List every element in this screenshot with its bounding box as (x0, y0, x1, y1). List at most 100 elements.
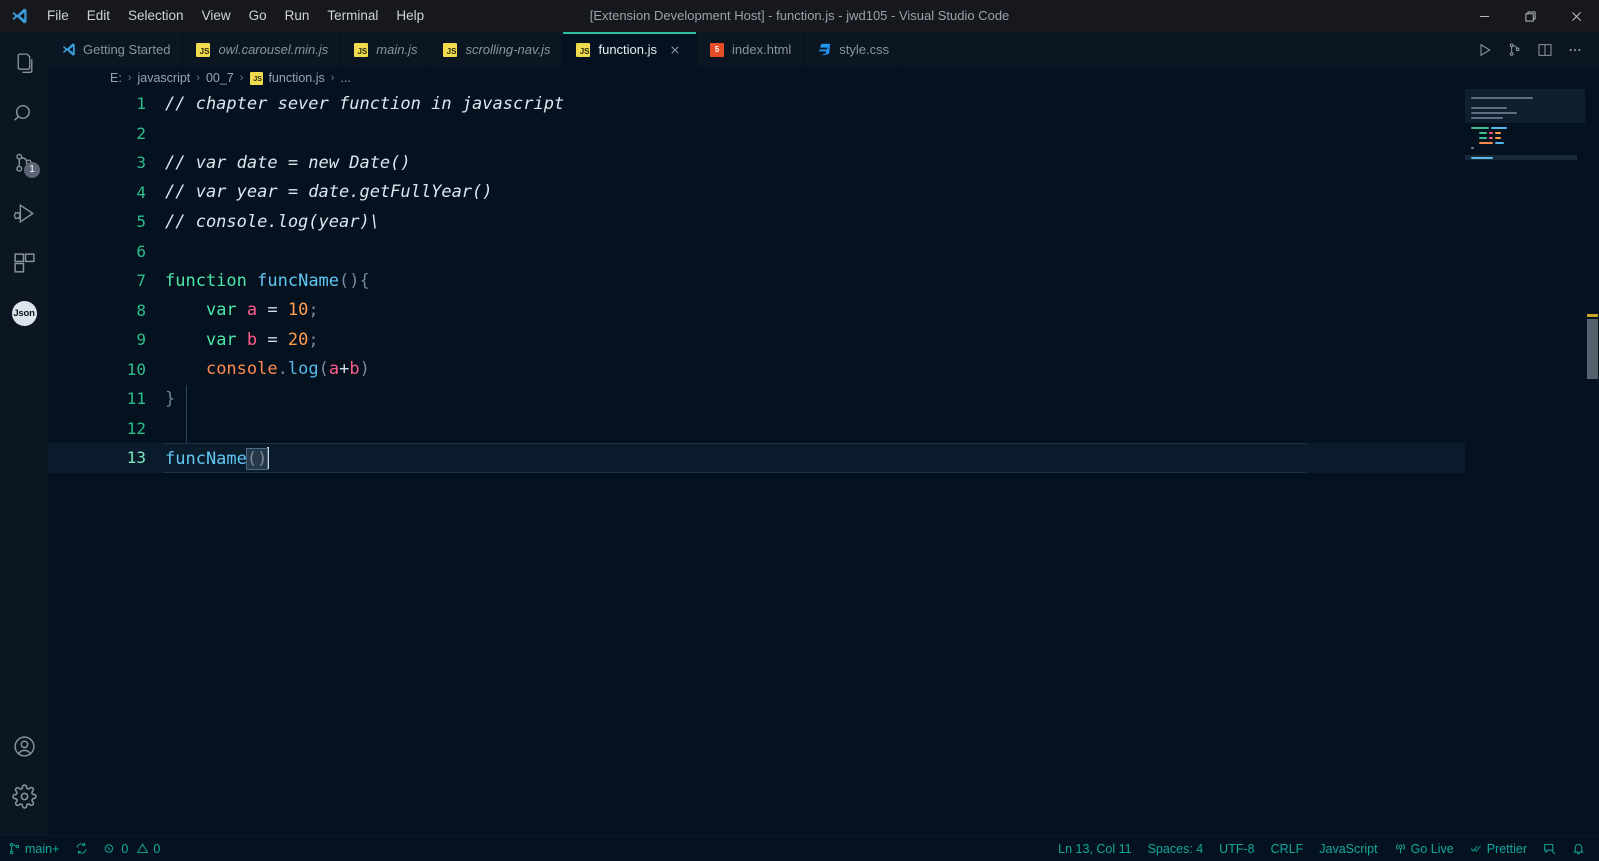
code-line: 8 var a = 10; (48, 296, 1465, 326)
breadcrumb-item-00-7[interactable]: 00_7 (206, 71, 234, 85)
breadcrumb-separator: › (196, 72, 200, 84)
code-line: 11 } (48, 384, 1465, 414)
menu-edit[interactable]: Edit (78, 0, 119, 32)
method-token: log (287, 359, 319, 380)
close-button[interactable] (1553, 0, 1599, 32)
line-number: 3 (136, 153, 146, 173)
split-editor-icon (1538, 43, 1552, 56)
minimap-line (1465, 155, 1577, 160)
breadcrumb-item-drive[interactable]: E: (110, 71, 122, 85)
tab-label: main.js (376, 42, 418, 57)
line-number: 12 (126, 418, 146, 438)
sidebar-item-search[interactable] (0, 88, 48, 138)
keyword-token: function (165, 270, 247, 291)
editor-scrollbar[interactable] (1585, 89, 1599, 835)
status-feedback[interactable] (1535, 836, 1564, 861)
code-lines[interactable]: 1 // chapter sever function in javascrip… (48, 89, 1465, 835)
extensions-icon (13, 252, 35, 273)
breadcrumb-separator: › (330, 72, 335, 84)
status-indentation[interactable]: Spaces: 4 (1140, 836, 1212, 861)
code-line: 2 (48, 119, 1465, 149)
line-content: // console.log(year)\ (164, 212, 1465, 232)
js-icon: JS (442, 42, 458, 58)
menu-help[interactable]: Help (387, 0, 433, 32)
object-token: console (205, 359, 278, 380)
js-icon: JS (575, 42, 591, 58)
keyword-token: var (205, 329, 237, 350)
menu-selection[interactable]: Selection (119, 0, 193, 32)
tab-main-js[interactable]: JS main.js (341, 32, 431, 67)
matching-bracket-token: () (245, 447, 269, 470)
sidebar-item-extensions[interactable] (0, 238, 48, 288)
tab-close-icon[interactable] (666, 41, 684, 59)
files-icon (17, 52, 32, 73)
status-notifications[interactable] (1564, 836, 1593, 861)
tab-owl-carousel-min-js[interactable]: JS owl.carousel.min.js (183, 32, 342, 67)
sidebar-item-run-and-debug[interactable] (0, 188, 48, 238)
manage-settings-button[interactable] (0, 771, 48, 821)
menu-go[interactable]: Go (240, 0, 276, 32)
split-terminal-button[interactable] (1501, 36, 1529, 64)
sidebar-item-json[interactable]: Json (0, 288, 48, 338)
tab-label: index.html (732, 42, 792, 57)
operator-token: = (267, 329, 278, 350)
tab-index-html[interactable]: 5 index.html (697, 32, 805, 67)
breadcrumb-item-function-js[interactable]: JS function.js (249, 71, 325, 85)
status-branch[interactable]: main+ (0, 836, 67, 861)
breadcrumb-item-symbols[interactable]: ... (340, 71, 350, 85)
tab-function-js[interactable]: JS function.js (563, 32, 698, 67)
line-number: 13 (126, 448, 146, 468)
menu-terminal[interactable]: Terminal (318, 0, 387, 32)
editor-tab-bar: Getting Started JS owl.carousel.min.js J… (48, 32, 1599, 67)
line-number: 2 (136, 123, 146, 143)
menu-run[interactable]: Run (276, 0, 319, 32)
split-editor-button[interactable] (1531, 36, 1559, 64)
function-name-token: funcName (257, 270, 340, 291)
sidebar-item-explorer[interactable] (0, 38, 48, 88)
account-button[interactable] (0, 721, 48, 771)
scrollbar-marker (1587, 314, 1598, 317)
status-language-mode[interactable]: JavaScript (1311, 836, 1385, 861)
tab-style-css[interactable]: style.css (804, 32, 903, 67)
dot-token: . (277, 359, 288, 380)
status-problems[interactable]: 0 0 (96, 836, 168, 861)
source-control-icon (1509, 43, 1520, 56)
status-encoding[interactable]: UTF-8 (1211, 836, 1262, 861)
menu-file[interactable]: File (38, 0, 78, 32)
title-bar: File Edit Selection View Go Run Terminal… (0, 0, 1599, 32)
code-line: 5 // console.log(year)\ (48, 207, 1465, 237)
css-icon (816, 42, 832, 58)
minimap-slider[interactable] (1465, 89, 1585, 123)
status-bar-right: Ln 13, Col 11 Spaces: 4 UTF-8 CRLF JavaS… (1050, 836, 1599, 861)
brace-token: { (359, 270, 370, 291)
semicolon-token: ; (308, 300, 319, 321)
operator-token: + (339, 359, 350, 380)
source-control-badge: 1 (24, 162, 40, 178)
status-prettier[interactable]: Prettier (1462, 836, 1535, 861)
maximize-button[interactable] (1507, 0, 1553, 32)
run-code-button[interactable] (1471, 36, 1499, 64)
status-sync[interactable] (67, 836, 96, 861)
line-content: // var year = date.getFullYear() (164, 182, 1465, 202)
breadcrumb-item-javascript[interactable]: javascript (137, 71, 190, 85)
scrollbar-slider[interactable] (1587, 319, 1598, 379)
minimap[interactable] (1465, 89, 1585, 835)
operator-token: = (267, 300, 278, 321)
code-line: 10 console.log(a+b) (48, 355, 1465, 385)
status-go-live[interactable]: Go Live (1386, 836, 1462, 861)
code-line: 9 var b = 20; (48, 325, 1465, 355)
variable-token: b (246, 329, 258, 350)
branch-icon (9, 842, 20, 855)
sidebar-item-source-control[interactable]: 1 (0, 138, 48, 188)
status-eol[interactable]: CRLF (1263, 836, 1312, 861)
menu-view[interactable]: View (193, 0, 240, 32)
paren-token: ) (359, 359, 370, 380)
tab-getting-started[interactable]: Getting Started (48, 32, 184, 67)
tab-scrolling-nav-js[interactable]: JS scrolling-nav.js (430, 32, 564, 67)
feedback-icon (1544, 843, 1556, 855)
variable-token: b (349, 359, 360, 380)
status-cursor-position[interactable]: Ln 13, Col 11 (1050, 836, 1139, 861)
line-number: 6 (136, 241, 146, 261)
more-actions-button[interactable] (1561, 36, 1589, 64)
minimize-button[interactable] (1461, 0, 1507, 32)
